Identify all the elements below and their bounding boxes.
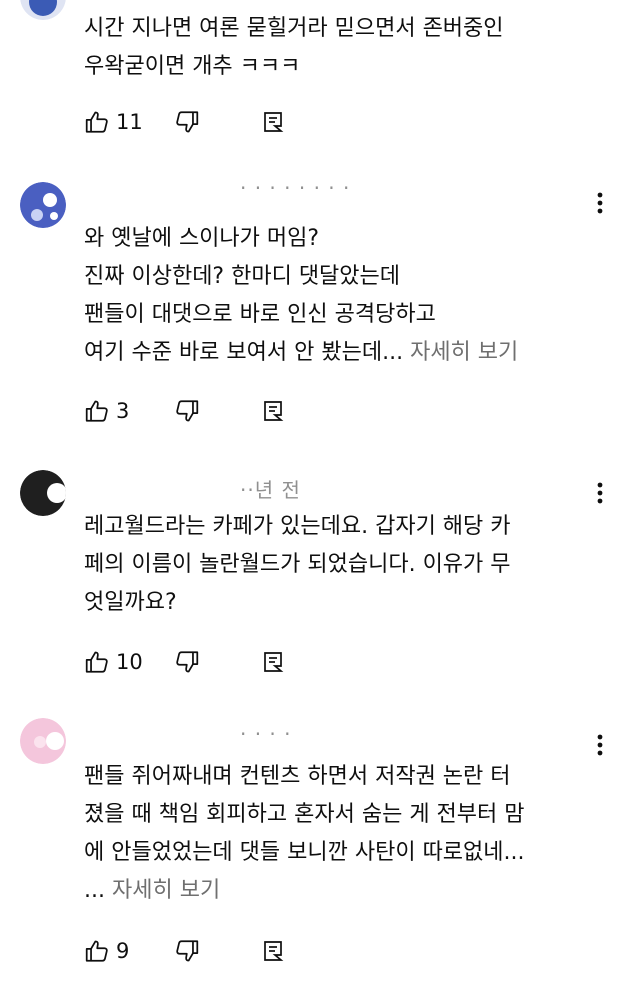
comment-actions: 3 bbox=[82, 395, 288, 427]
like-count: 11 bbox=[116, 110, 143, 134]
thumbs-up-icon[interactable] bbox=[82, 396, 112, 426]
avatar[interactable] bbox=[20, 718, 66, 764]
ellipsis: ... bbox=[84, 878, 112, 903]
thumbs-down-icon[interactable] bbox=[172, 936, 202, 966]
comment-line: ... 자세히 보기 bbox=[84, 872, 604, 910]
timestamp: ··년 전 bbox=[240, 478, 301, 502]
like-count: 10 bbox=[116, 650, 143, 674]
comment-line: 졌을 때 책임 회피하고 혼자서 숨는 게 전부터 맘 bbox=[84, 802, 525, 827]
comment-line: 팬들 쥐어짜내며 컨텐츠 하면서 저작권 논란 터 bbox=[84, 764, 511, 789]
thumbs-up-icon[interactable] bbox=[82, 647, 112, 677]
comment-line: 시간 지나면 여론 묻힐거라 믿으면서 존버중인 bbox=[84, 16, 504, 41]
comment-line: 엇일까요? bbox=[84, 590, 177, 615]
comment-line: 우왁굳이면 개추 ㅋㅋㅋ bbox=[84, 54, 301, 79]
comment-actions: 10 bbox=[82, 646, 288, 678]
thumbs-down-icon[interactable] bbox=[172, 107, 202, 137]
comment-text: 와 옛날에 스이나가 머임? 진짜 이상한데? 한마디 댓달았는데 팬들이 대댓… bbox=[84, 220, 604, 372]
reply-icon[interactable] bbox=[258, 396, 288, 426]
author-handle: · · · · · · · · bbox=[240, 176, 351, 200]
reply-icon[interactable] bbox=[258, 647, 288, 677]
more-vertical-icon[interactable] bbox=[588, 188, 612, 218]
avatar[interactable] bbox=[20, 182, 66, 228]
comment-text: 레고월드라는 카페가 있는데요. 갑자기 해당 카 페의 이름이 놀란월드가 되… bbox=[84, 508, 604, 622]
comment-text: 팬들 쥐어짜내며 컨텐츠 하면서 저작권 논란 터 졌을 때 책임 회피하고 혼… bbox=[84, 758, 604, 910]
avatar[interactable] bbox=[20, 470, 66, 516]
comment-line-text: 여기 수준 바로 보여서 안 봤는데... bbox=[84, 340, 404, 365]
comment-line: 에 안들었었는데 댓들 보니깐 사탄이 따로없네... bbox=[84, 840, 525, 865]
more-vertical-icon[interactable] bbox=[588, 730, 612, 760]
comment-line: 여기 수준 바로 보여서 안 봤는데... 자세히 보기 bbox=[84, 334, 604, 372]
thumbs-down-icon[interactable] bbox=[172, 647, 202, 677]
reply-icon[interactable] bbox=[258, 107, 288, 137]
comment-line: 팬들이 대댓으로 바로 인신 공격당하고 bbox=[84, 302, 436, 327]
like-count: 3 bbox=[116, 399, 130, 423]
avatar[interactable] bbox=[20, 0, 66, 20]
like-count: 9 bbox=[116, 939, 130, 963]
read-more-link[interactable]: 자세히 보기 bbox=[112, 878, 220, 903]
more-vertical-icon[interactable] bbox=[588, 478, 612, 508]
comment-text: 시간 지나면 여론 묻힐거라 믿으면서 존버중인 우왁굳이면 개추 ㅋㅋㅋ bbox=[84, 10, 604, 86]
comment-line: 페의 이름이 놀란월드가 되었습니다. 이유가 무 bbox=[84, 552, 511, 577]
comment-line: 진짜 이상한데? 한마디 댓달았는데 bbox=[84, 264, 401, 289]
author-handle: · · · · bbox=[240, 722, 292, 746]
thumbs-down-icon[interactable] bbox=[172, 396, 202, 426]
comment-line: 레고월드라는 카페가 있는데요. 갑자기 해당 카 bbox=[84, 514, 511, 539]
thumbs-up-icon[interactable] bbox=[82, 936, 112, 966]
reply-icon[interactable] bbox=[258, 936, 288, 966]
comment-actions: 11 bbox=[82, 106, 288, 138]
thumbs-up-icon[interactable] bbox=[82, 107, 112, 137]
comment-line: 와 옛날에 스이나가 머임? bbox=[84, 226, 320, 251]
read-more-link[interactable]: 자세히 보기 bbox=[410, 340, 518, 365]
comment-actions: 9 bbox=[82, 935, 288, 967]
